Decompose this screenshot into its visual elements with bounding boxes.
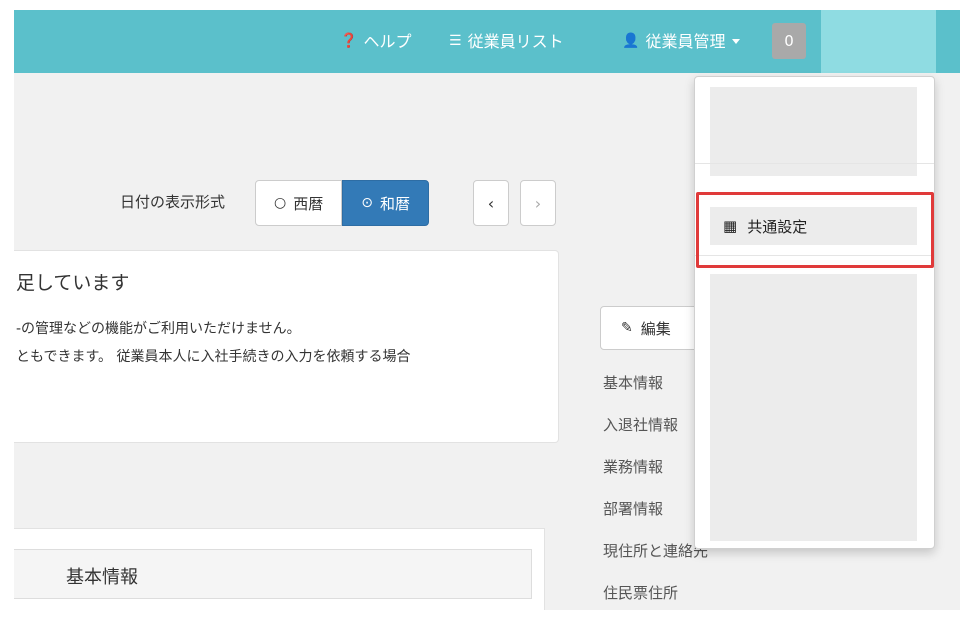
next-button[interactable]: › [520,180,556,226]
user-icon: 👤 [622,33,640,49]
top-navbar: ❓ ヘルプ ☰ 従業員リスト 👤 従業員管理 0 [14,10,960,73]
highlight-box [696,192,934,268]
caret-down-icon [732,39,741,44]
prev-button[interactable]: ‹ [473,180,509,226]
notice-title: 足しています [16,272,130,294]
nav-employee-mgmt-dropdown[interactable]: 👤 従業員管理 [622,10,741,73]
western-calendar-label: 西暦 [293,194,324,213]
list-icon: ☰ [449,33,462,49]
date-format-label: 日付の表示形式 [120,193,226,211]
notification-badge[interactable]: 0 [772,23,806,59]
notice-card: 足しています -の管理などの機能がご利用いただけません。 ともできます。 従業員… [14,250,559,443]
nav-help-link[interactable]: ❓ ヘルプ [340,10,411,73]
nav-user-menu[interactable] [821,10,936,73]
panel-heading: 基本情報 [14,549,532,599]
japanese-calendar-label: 和暦 [379,194,410,213]
nav-employee-list-label: 従業員リスト [467,32,564,51]
western-calendar-button[interactable]: ○ 西暦 [255,180,343,226]
section-nav-item[interactable]: 住民票住所 [603,572,723,610]
date-format-toggle: ○ 西暦 ⊙ 和暦 [255,180,429,226]
notice-text-line: -の管理などの機能がご利用いただけません。 [16,321,301,337]
basic-info-panel: 基本情報 [14,528,545,610]
pencil-icon: ✎ [621,320,633,336]
nav-help-label: ヘルプ [363,32,412,51]
panel-title: 基本情報 [66,567,138,588]
japanese-calendar-button[interactable]: ⊙ 和暦 [342,180,429,226]
nav-employee-list-link[interactable]: ☰ 従業員リスト [449,10,564,73]
notice-text-line: ともできます。 従業員本人に入社手続きの入力を依頼する場合 [16,349,411,365]
nav-edge [936,10,960,73]
circle-icon: ○ [274,195,287,211]
nav-employee-mgmt-label: 従業員管理 [645,32,726,51]
dropdown-placeholder-block [710,274,917,541]
edit-label: 編集 [640,319,671,338]
app-canvas: ❓ ヘルプ ☰ 従業員リスト 👤 従業員管理 0 日付の表示形式 ○ 西暦 ⊙ … [14,10,960,610]
check-circle-icon: ⊙ [361,195,373,211]
employee-mgmt-dropdown-menu: ▦ 共通設定 [694,76,935,549]
dropdown-divider [695,163,934,164]
question-circle-icon: ❓ [340,33,358,49]
